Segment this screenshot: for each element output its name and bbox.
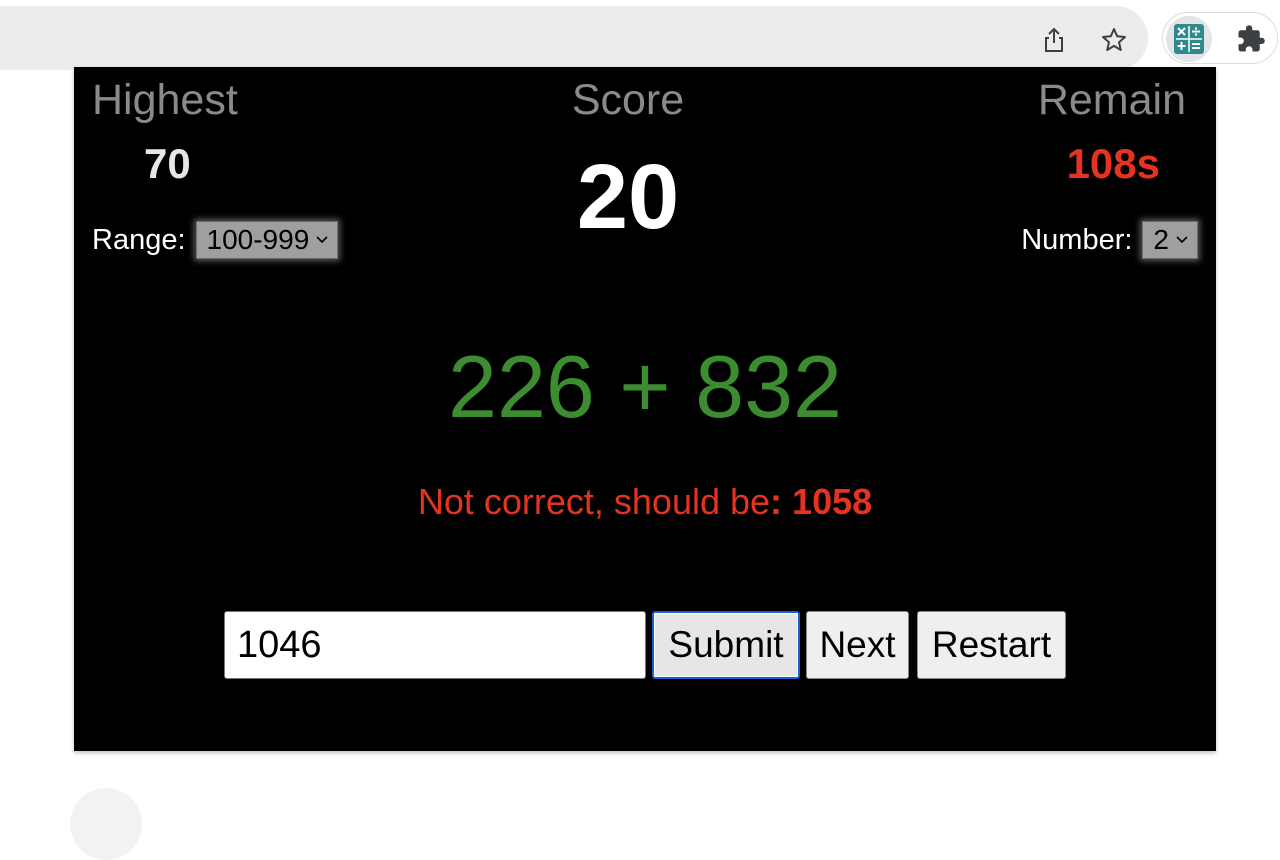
feedback-text: Not correct, should be [417, 481, 771, 522]
range-select[interactable]: 100-999 [195, 221, 339, 259]
feedback-colon: : [770, 481, 793, 522]
score-label: Score [571, 76, 685, 124]
browser-toolbar [0, 0, 1280, 72]
number-select[interactable]: 2 [1142, 221, 1198, 259]
star-icon[interactable] [1094, 20, 1134, 60]
correct-answer: 1058 [792, 481, 873, 522]
submit-button[interactable]: Submit [652, 611, 800, 679]
next-button[interactable]: Next [806, 611, 909, 679]
math-game-popup: Highest Score Remain 70 20 108s Range: 1… [74, 67, 1216, 751]
chevron-down-icon [1175, 235, 1189, 245]
calculator-extension-icon[interactable] [1166, 16, 1212, 62]
answer-input[interactable] [224, 611, 646, 679]
math-question: 226 + 832 [448, 337, 842, 436]
remain-label: Remain [1037, 76, 1186, 124]
number-label: Number: [1021, 223, 1133, 256]
chevron-down-icon [315, 235, 329, 245]
number-setting: Number: 2 [1021, 221, 1198, 259]
address-bar[interactable] [0, 6, 1148, 70]
puzzle-icon[interactable] [1230, 18, 1272, 60]
share-icon[interactable] [1034, 20, 1074, 60]
range-select-value: 100-999 [206, 224, 310, 255]
feedback-message: Not correct, should be: 1058 [74, 484, 1216, 520]
background-page-element [70, 788, 142, 860]
number-select-value: 2 [1153, 224, 1169, 255]
range-label: Range: [92, 223, 186, 256]
restart-button[interactable]: Restart [917, 611, 1066, 679]
remaining-time-value: 108s [1066, 140, 1160, 187]
range-setting: Range: 100-999 [92, 221, 339, 259]
